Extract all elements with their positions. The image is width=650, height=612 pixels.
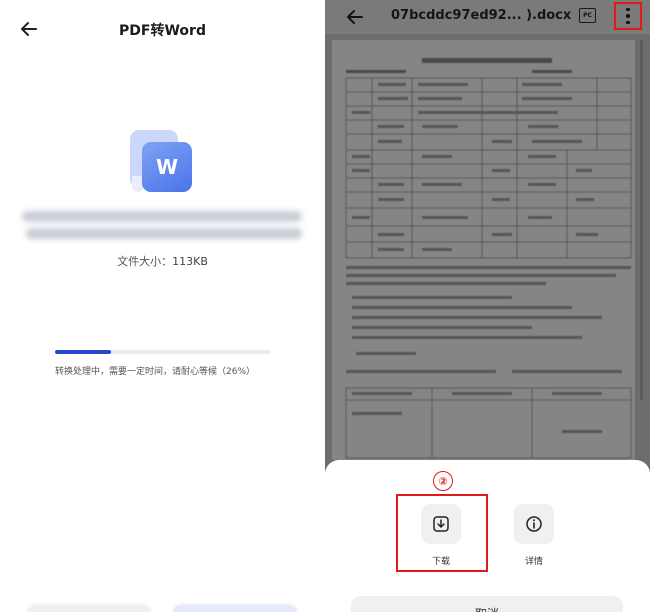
progress-fill bbox=[55, 350, 111, 354]
document-file-name: 07bcddc97ed92... ).docx bbox=[391, 8, 572, 23]
details-label: 详情 bbox=[524, 557, 543, 567]
document-preview-screen: 07bcddc97ed92... ).docx PC ① bbox=[325, 0, 650, 612]
download-button[interactable]: 下载 bbox=[420, 504, 462, 567]
conversion-progress-bar bbox=[55, 350, 270, 354]
back-arrow-icon[interactable] bbox=[343, 5, 367, 29]
scrollbar[interactable] bbox=[640, 40, 643, 400]
info-icon[interactable] bbox=[514, 504, 554, 544]
conversion-status-text: 转换处理中，需要一定时间，请耐心等候（26%） bbox=[55, 367, 256, 377]
more-options-button[interactable] bbox=[614, 2, 642, 30]
preview-topbar: 07bcddc97ed92... ).docx PC bbox=[325, 0, 650, 34]
bottom-button-right[interactable] bbox=[172, 604, 298, 612]
bottom-button-left[interactable] bbox=[26, 604, 152, 612]
pc-view-icon[interactable]: PC bbox=[579, 8, 596, 23]
annotation-marker-2: ② bbox=[433, 471, 453, 491]
page-title: PDF转Word bbox=[119, 23, 206, 39]
file-size-label: 文件大小： bbox=[117, 255, 173, 268]
blurred-file-name bbox=[20, 208, 305, 244]
download-icon[interactable] bbox=[421, 504, 461, 544]
document-page-preview bbox=[332, 40, 635, 460]
conversion-screen: PDF转Word W 文件大小：113KB 转换处理中，需要一定时间，请耐心等候… bbox=[0, 0, 325, 612]
file-size-value: 113KB bbox=[172, 255, 208, 268]
download-label: 下载 bbox=[431, 557, 450, 567]
file-size: 文件大小：113KB bbox=[0, 253, 325, 269]
word-document-icon: W bbox=[130, 130, 196, 194]
cancel-button[interactable]: 取消 bbox=[351, 596, 623, 612]
word-letter: W bbox=[142, 142, 192, 192]
blurred-form-table bbox=[345, 58, 632, 459]
details-button[interactable]: 详情 bbox=[513, 504, 555, 567]
